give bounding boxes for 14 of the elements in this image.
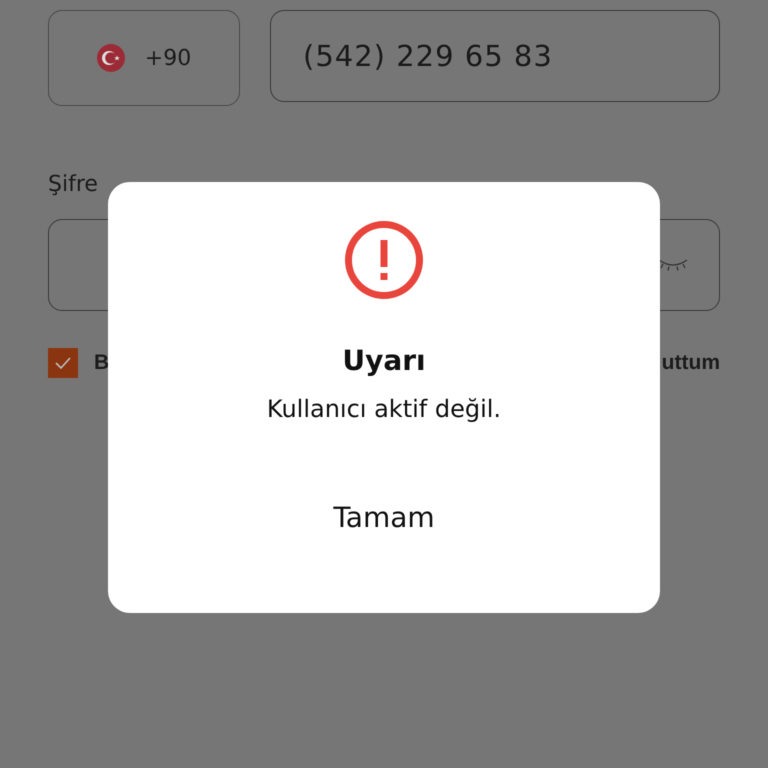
dialog-title: Uyarı [342,344,426,377]
consent-text-start: B [94,351,110,375]
phone-input-field[interactable]: (542) 229 65 83 [270,10,720,102]
flag-icon [96,44,125,72]
country-code-selector[interactable]: +90 [48,10,240,106]
consent-checkbox[interactable] [48,348,78,378]
closed-eye-icon[interactable] [657,258,689,272]
password-label: Şifre [48,172,98,197]
country-code: +90 [144,46,192,70]
warning-icon [344,220,424,300]
ok-button[interactable]: Tamam [313,493,455,542]
check-icon [54,356,72,370]
dialog-message: Kullanıcı aktif değil. [266,395,502,423]
consent-text-end: uttum [662,351,720,375]
